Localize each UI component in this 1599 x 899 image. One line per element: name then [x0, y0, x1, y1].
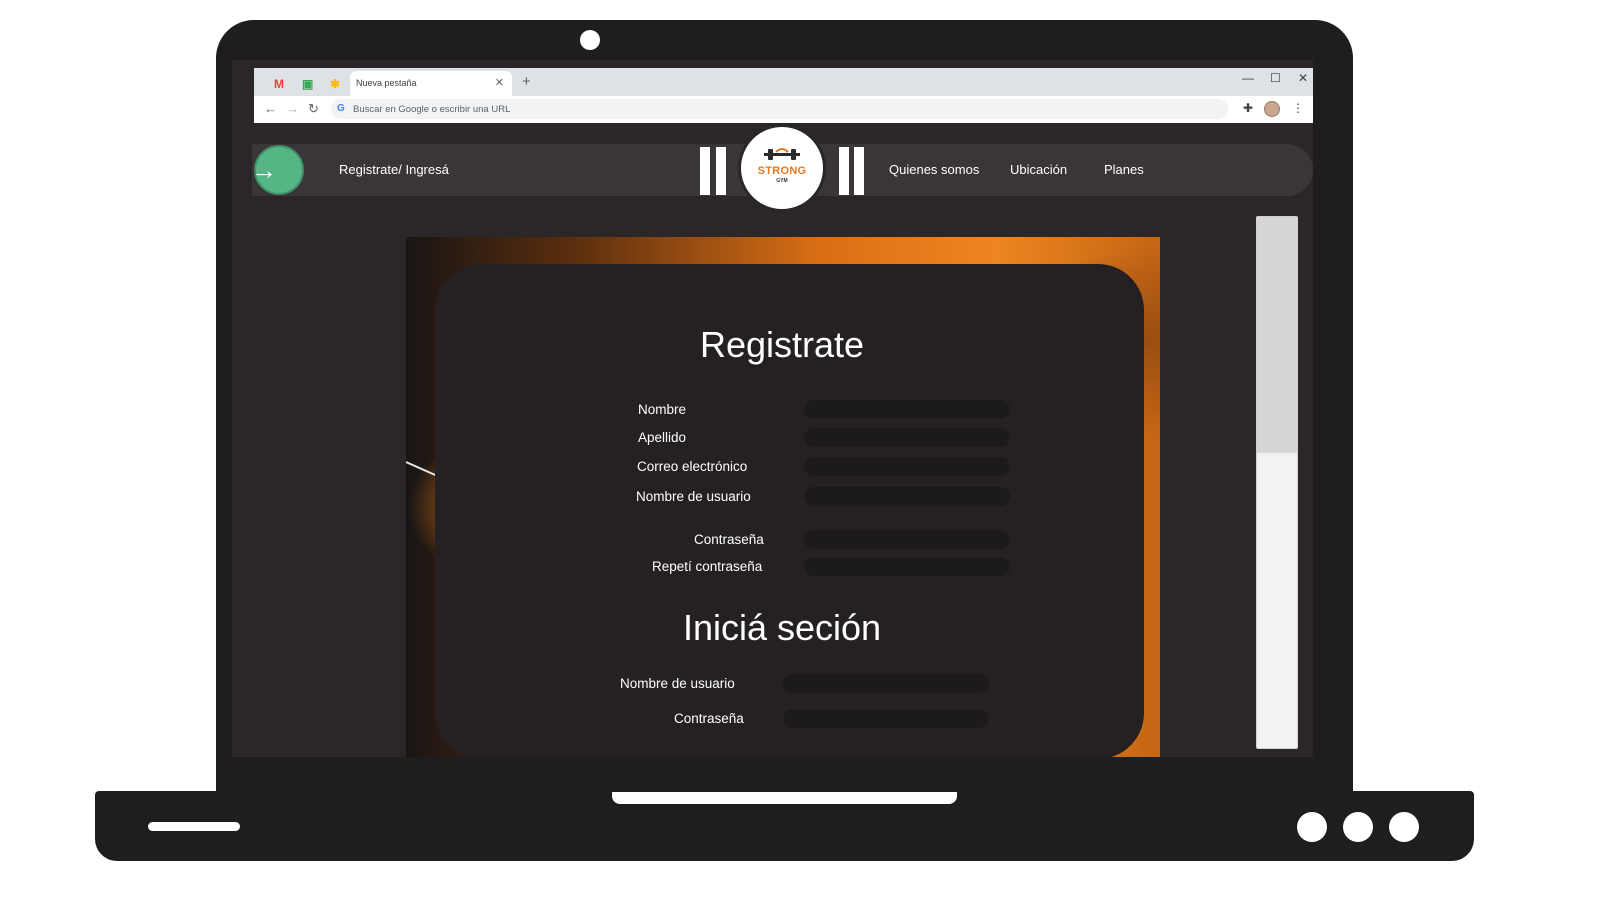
barbell-icon [764, 148, 800, 160]
label-correo: Correo electrónico [637, 459, 748, 474]
logo-bar-decoration [839, 147, 849, 195]
laptop-indicator-dot [1297, 812, 1327, 842]
active-tab[interactable]: Nueva pestaña ✕ [350, 71, 512, 96]
webcam [580, 30, 600, 50]
nav-planes[interactable]: Planes [1104, 162, 1144, 177]
new-tab-button[interactable]: + [522, 73, 531, 90]
tab-close-icon[interactable]: ✕ [495, 76, 504, 89]
auth-card: Registrate Nombre Apellido Correo electr… [435, 264, 1144, 757]
laptop-indicator-dot [1389, 812, 1419, 842]
label-contrasena: Contraseña [694, 532, 764, 547]
logo-bar-decoration [716, 147, 726, 195]
browser-toolbar: ← → ↻ G ✚ ⋮ [254, 96, 1313, 123]
label-login-usuario: Nombre de usuario [620, 676, 735, 691]
label-apellido: Apellido [638, 430, 687, 445]
label-nombre-usuario: Nombre de usuario [636, 489, 751, 504]
nav-quienes-somos[interactable]: Quienes somos [889, 162, 979, 177]
login-title: Iniciá seción [682, 607, 882, 648]
strong-gym-logo[interactable]: STRONG GYM [738, 124, 826, 212]
site-header: → Registrate/ Ingresá STRONG GYM Quienes… [251, 124, 1313, 212]
password-field[interactable] [804, 530, 1010, 549]
repeat-password-field[interactable] [804, 557, 1010, 576]
minimize-icon[interactable]: — [1242, 71, 1254, 85]
arrow-right-icon: → [251, 155, 277, 185]
email-field[interactable] [804, 457, 1010, 476]
label-repetir-contrasena: Repetí contraseña [652, 559, 763, 574]
gmail-icon[interactable]: M [274, 77, 284, 91]
label-login-contrasena: Contraseña [674, 711, 744, 726]
login-username-field[interactable] [783, 674, 989, 693]
maximize-icon[interactable]: ☐ [1270, 71, 1281, 85]
nombre-field[interactable] [804, 400, 1010, 419]
register-login-link[interactable]: Registrate/ Ingresá [339, 162, 449, 177]
logo-bar-decoration [854, 147, 864, 195]
laptop-speaker [148, 822, 240, 831]
address-bar[interactable]: G [331, 99, 1228, 119]
profile-avatar[interactable] [1264, 101, 1280, 117]
register-title: Registrate [699, 324, 865, 365]
logo-subtext: GYM [776, 178, 788, 184]
reload-icon[interactable]: ↻ [308, 101, 319, 117]
username-field[interactable] [804, 487, 1010, 506]
google-meet-icon[interactable]: ▣ [302, 77, 313, 91]
scrollbar-thumb[interactable] [1257, 217, 1297, 453]
logo-bar-decoration [700, 147, 710, 195]
label-nombre: Nombre [638, 402, 687, 417]
page-scrollbar[interactable] [1256, 216, 1298, 749]
extensions-icon[interactable]: ✚ [1243, 101, 1253, 115]
back-icon[interactable]: ← [264, 101, 277, 116]
google-icon: G [337, 103, 345, 114]
laptop-indicator-dot [1343, 812, 1373, 842]
address-input[interactable] [353, 102, 1213, 116]
screen: M ▣ ✱ Nueva pestaña ✕ + — ☐ ✕ ← → ↻ G ✚ … [232, 60, 1313, 757]
login-password-field[interactable] [783, 709, 989, 728]
browser-tab-bar: M ▣ ✱ Nueva pestaña ✕ + — ☐ ✕ [254, 68, 1313, 96]
laptop-hinge [612, 792, 957, 804]
tab-title: Nueva pestaña [356, 78, 417, 88]
google-photos-icon[interactable]: ✱ [330, 77, 340, 91]
enter-arrow-button[interactable]: → [251, 145, 304, 195]
logo-text: STRONG [757, 165, 807, 177]
close-icon[interactable]: ✕ [1298, 71, 1308, 85]
apellido-field[interactable] [804, 428, 1010, 447]
menu-kebab-icon[interactable]: ⋮ [1292, 101, 1304, 115]
forward-icon[interactable]: → [286, 101, 299, 116]
nav-ubicacion[interactable]: Ubicación [1010, 162, 1067, 177]
